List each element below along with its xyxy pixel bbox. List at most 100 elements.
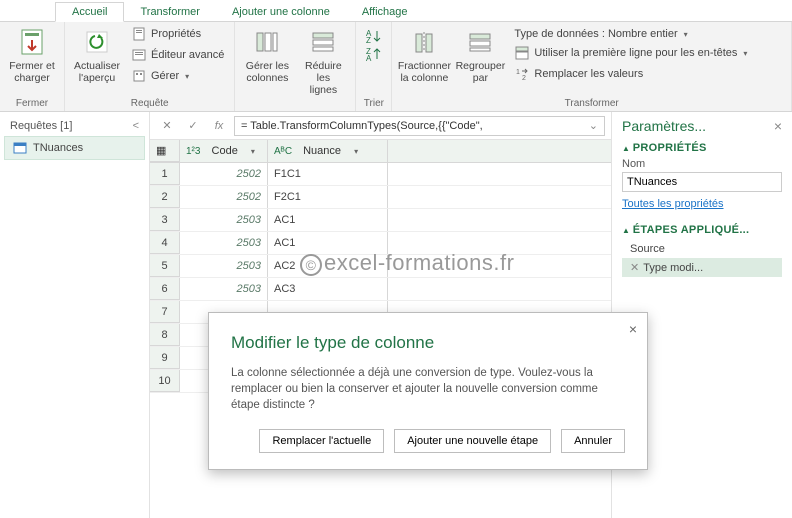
- row-number[interactable]: 7: [150, 301, 180, 323]
- chevron-down-icon[interactable]: ▾: [354, 147, 358, 156]
- cell-code[interactable]: 2503: [180, 232, 268, 254]
- formula-input[interactable]: = Table.TransformColumnTypes(Source,{{"C…: [234, 116, 605, 136]
- table-row[interactable]: 22502F2C1: [150, 186, 611, 209]
- replace-values-icon: 12: [514, 66, 530, 82]
- btn-fractionner[interactable]: Fractionner la colonne: [398, 24, 450, 84]
- table-row[interactable]: 62503AC3: [150, 278, 611, 301]
- btn-reduire-lignes[interactable]: Réduire les lignes: [297, 24, 349, 96]
- btn-fermer-charger[interactable]: Fermer et charger: [6, 24, 58, 84]
- collapse-icon[interactable]: <: [133, 120, 139, 132]
- dialog-body: La colonne sélectionnée a déjà une conve…: [231, 365, 625, 413]
- btn-gerer[interactable]: Gérer ▾: [127, 66, 228, 86]
- queries-header: Requêtes [1]: [10, 120, 72, 132]
- svg-text:Z: Z: [366, 36, 371, 44]
- row-number[interactable]: 4: [150, 232, 180, 254]
- formula-bar: ✕ ✓ fx = Table.TransformColumnTypes(Sour…: [150, 112, 611, 140]
- delete-step-icon[interactable]: ✕: [630, 262, 639, 274]
- btn-gerer-colonnes[interactable]: Gérer les colonnes: [241, 24, 293, 84]
- group-transformer: Fractionner la colonne Regrouper par Typ…: [392, 22, 792, 111]
- manage-columns-icon: [251, 26, 283, 58]
- group-colonnes: Gérer les colonnes Réduire les lignes: [235, 22, 356, 111]
- close-icon[interactable]: ×: [774, 118, 782, 134]
- table-row[interactable]: 52503AC2: [150, 255, 611, 278]
- link-toutes-proprietes[interactable]: Toutes les propriétés: [622, 198, 782, 210]
- sort-desc-icon[interactable]: ZA: [365, 46, 383, 62]
- btn-remplacer-valeurs[interactable]: 12 Remplacer les valeurs: [510, 64, 751, 84]
- queries-pane: Requêtes [1] < TNuances: [0, 112, 150, 518]
- use-first-row-icon: [514, 45, 530, 61]
- row-number[interactable]: 5: [150, 255, 180, 277]
- cell-code[interactable]: 2503: [180, 209, 268, 231]
- btn-remplacer-valeurs-label: Remplacer les valeurs: [534, 68, 643, 80]
- cell-nuance[interactable]: AC1: [268, 232, 388, 254]
- column-header-code[interactable]: 1²3 Code ▾: [180, 140, 268, 162]
- btn-actualiser-label: Actualiser l'aperçu: [74, 60, 120, 84]
- btn-type-donnees[interactable]: Type de données : Nombre entier▾: [510, 26, 751, 42]
- formula-confirm[interactable]: ✓: [182, 116, 204, 136]
- btn-gerer-label: Gérer: [151, 70, 179, 82]
- row-number[interactable]: 3: [150, 209, 180, 231]
- cell-code[interactable]: 2503: [180, 255, 268, 277]
- btn-fractionner-label: Fractionner la colonne: [398, 60, 451, 84]
- column-header-nuance[interactable]: AᴮC Nuance ▾: [268, 140, 388, 162]
- formula-cancel[interactable]: ✕: [156, 116, 178, 136]
- row-number[interactable]: 9: [150, 347, 180, 369]
- tab-accueil[interactable]: Accueil: [55, 2, 124, 22]
- section-etapes[interactable]: ÉTAPES APPLIQUÉ...: [622, 224, 782, 236]
- btn-type-donnees-label: Type de données : Nombre entier: [514, 28, 677, 40]
- btn-reduire-lignes-label: Réduire les lignes: [297, 60, 349, 96]
- properties-icon: [131, 26, 147, 42]
- formula-fx[interactable]: fx: [208, 116, 230, 136]
- chevron-down-icon: ▾: [185, 72, 189, 81]
- btn-ajouter-etape[interactable]: Ajouter une nouvelle étape: [394, 429, 551, 453]
- group-colonnes-label: [241, 98, 349, 111]
- row-number[interactable]: 10: [150, 370, 180, 392]
- chevron-down-icon: ▾: [743, 49, 747, 58]
- btn-annuler[interactable]: Annuler: [561, 429, 625, 453]
- query-item-tnuances[interactable]: TNuances: [4, 136, 145, 160]
- formula-expand-icon[interactable]: ⌄: [589, 119, 598, 132]
- group-by-icon: [464, 26, 496, 58]
- column-header-code-label: Code: [212, 145, 238, 157]
- cell-nuance[interactable]: AC3: [268, 278, 388, 300]
- cell-code[interactable]: 2502: [180, 163, 268, 185]
- cell-code[interactable]: 2502: [180, 186, 268, 208]
- step-source[interactable]: Source: [622, 240, 782, 258]
- btn-regrouper-label: Regrouper par: [456, 60, 506, 84]
- chevron-down-icon[interactable]: ▾: [251, 147, 255, 156]
- table-row[interactable]: 32503AC1: [150, 209, 611, 232]
- close-load-icon: [16, 26, 48, 58]
- ribbon: Fermer et charger Fermer Actualiser l'ap…: [0, 22, 792, 112]
- nom-label: Nom: [622, 158, 782, 170]
- tab-transformer[interactable]: Transformer: [124, 3, 216, 21]
- btn-actualiser[interactable]: Actualiser l'aperçu: [71, 24, 123, 84]
- row-number[interactable]: 8: [150, 324, 180, 346]
- grid-corner[interactable]: ▦: [150, 140, 180, 162]
- row-number[interactable]: 6: [150, 278, 180, 300]
- tab-affichage[interactable]: Affichage: [346, 3, 424, 21]
- cell-nuance[interactable]: F2C1: [268, 186, 388, 208]
- step-type-modifie[interactable]: ✕Type modi...: [622, 258, 782, 277]
- btn-premiere-ligne[interactable]: Utiliser la première ligne pour les en-t…: [510, 43, 751, 63]
- cell-nuance[interactable]: F1C1: [268, 163, 388, 185]
- table-row[interactable]: 42503AC1: [150, 232, 611, 255]
- table-row[interactable]: 12502F1C1: [150, 163, 611, 186]
- btn-proprietes[interactable]: Propriétés: [127, 24, 228, 44]
- btn-remplacer-actuelle[interactable]: Remplacer l'actuelle: [259, 429, 384, 453]
- svg-text:1: 1: [516, 69, 520, 76]
- cell-nuance[interactable]: AC1: [268, 209, 388, 231]
- nom-input[interactable]: [622, 172, 782, 192]
- dialog-close-icon[interactable]: ×: [629, 321, 637, 337]
- btn-gerer-colonnes-label: Gérer les colonnes: [246, 60, 289, 84]
- cell-code[interactable]: 2503: [180, 278, 268, 300]
- btn-regrouper[interactable]: Regrouper par: [454, 24, 506, 84]
- row-number[interactable]: 2: [150, 186, 180, 208]
- btn-editeur-avance-label: Éditeur avancé: [151, 49, 224, 61]
- sort-asc-icon[interactable]: AZ: [365, 28, 383, 44]
- section-proprietes[interactable]: PROPRIÉTÉS: [622, 142, 782, 154]
- cell-nuance[interactable]: AC2: [268, 255, 388, 277]
- group-transformer-label: Transformer: [398, 98, 785, 111]
- btn-editeur-avance[interactable]: Éditeur avancé: [127, 45, 228, 65]
- tab-ajouter-colonne[interactable]: Ajouter une colonne: [216, 3, 346, 21]
- row-number[interactable]: 1: [150, 163, 180, 185]
